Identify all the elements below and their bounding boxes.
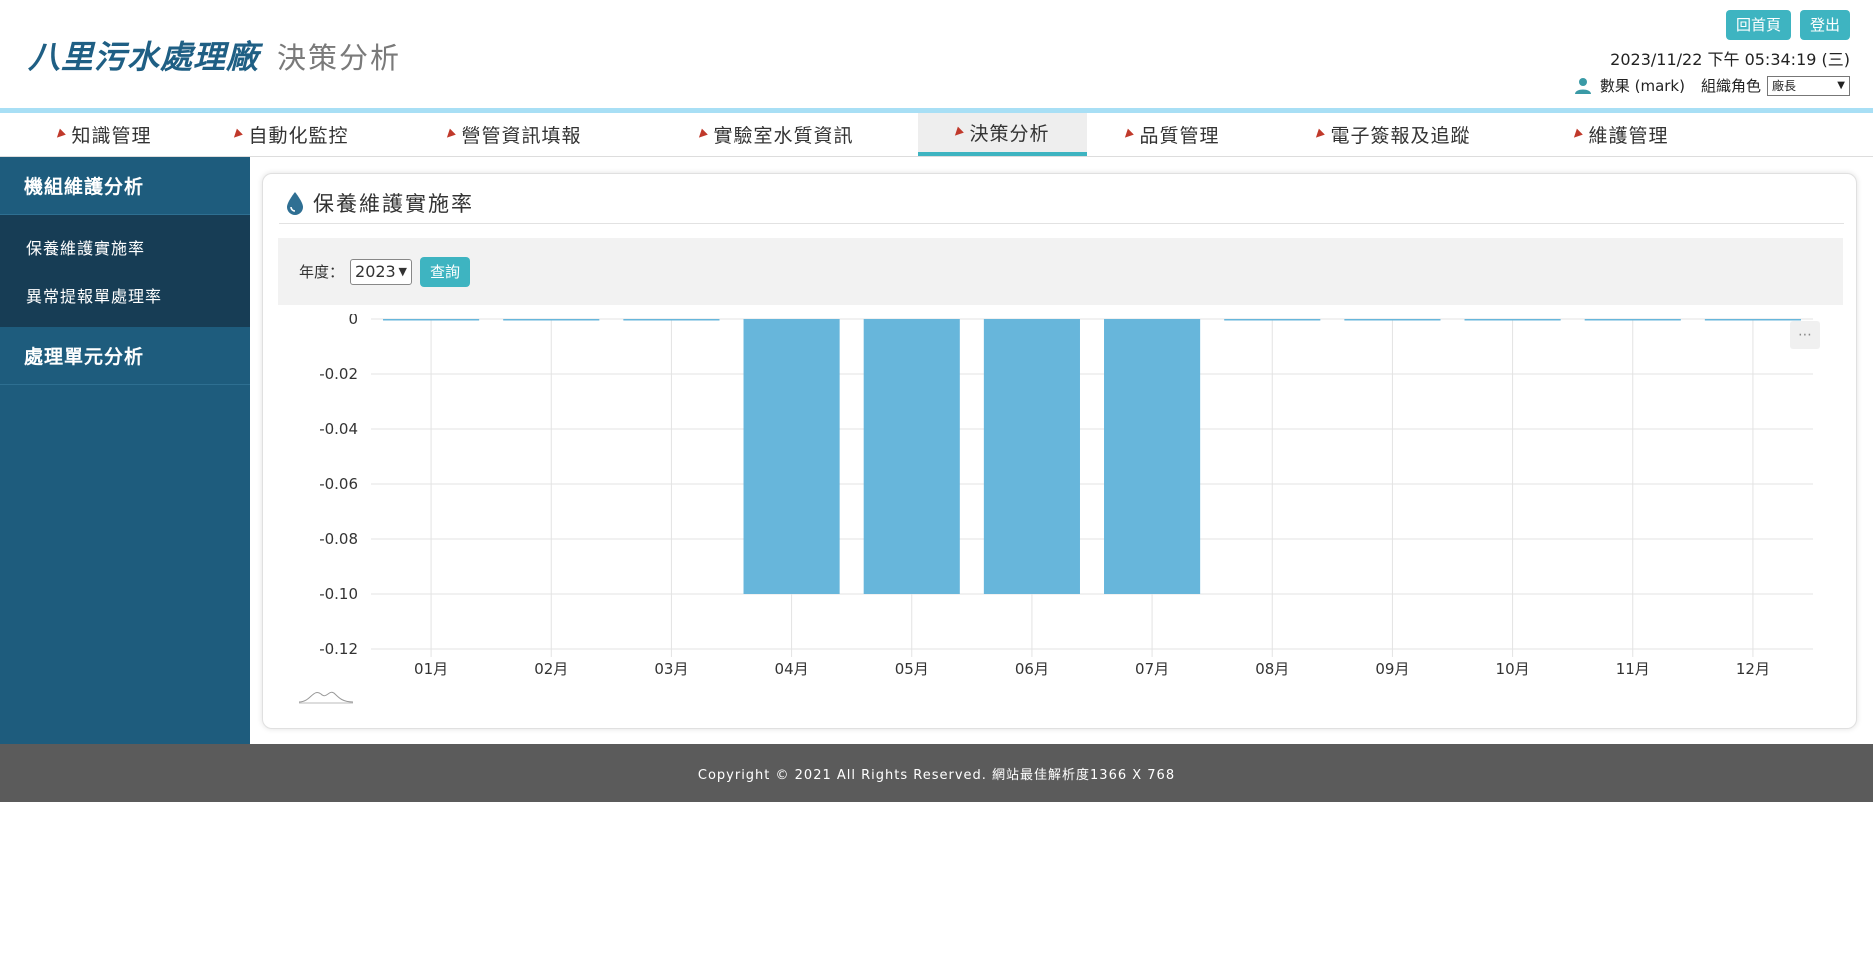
x-tick-label: 02月 [534,660,568,678]
role-select[interactable]: 廠長 ▼ [1767,75,1850,96]
filter-bar: 年度： 2023 ▼ 查詢 [278,238,1843,305]
role-value: 廠長 [1772,79,1797,93]
bar-chart: 0 -0.02 -0.04 -0.06 -0.08 -0.10 -0.12 01月 02月 03月… [298,314,1813,704]
arrow-icon: ▼ [1311,126,1328,143]
y-tick-label: -0.12 [319,640,358,658]
panel-title: 保養維護實施率 [285,188,474,218]
x-tick-label: 08月 [1255,660,1289,678]
year-select[interactable]: 2023 ▼ [350,258,413,285]
year-value: 2023 [355,262,396,281]
y-tick-label: -0.08 [319,530,358,548]
sidebar-submenu: 保養維護實施率 異常提報單處理率 [0,215,250,327]
chevron-down-icon: ▼ [398,265,408,278]
water-drop-icon [287,192,303,215]
content-panel: 保養維護實施率 年度： 2023 ▼ 查詢 0 -0.02 -0.04 -0.06 -0… [262,173,1857,729]
x-tick-label: 10月 [1496,660,1530,678]
nav-item-automation[interactable]: ▼ 自動化監控 [229,113,349,156]
sidebar: 機組維護分析 保養維護實施率 異常提報單處理率 處理單元分析 [0,157,250,744]
nav-item-decision[interactable]: ▼ 決策分析 [918,113,1087,156]
x-tick-label: 12月 [1736,660,1770,678]
nav-item-reporting[interactable]: ▼ 營管資訊填報 [442,113,582,156]
arrow-icon: ▼ [694,126,711,143]
chart-bar [1344,319,1441,321]
role-label: 組織角色 [1700,77,1761,95]
nav-item-maintenance[interactable]: ▼ 維護管理 [1569,113,1669,156]
chart-bar [983,319,1080,594]
nav-item-label: 品質管理 [1139,125,1220,147]
chart-bar [1704,319,1801,321]
top-buttons: 回首頁 登出 [1725,10,1850,40]
query-button[interactable]: 查詢 [420,256,471,287]
divider [279,223,1844,224]
nav-item-label: 知識管理 [71,125,152,147]
nav-item-label: 維護管理 [1588,125,1669,147]
arrow-icon: ▼ [1120,126,1137,143]
chart-bar [1584,319,1681,321]
y-tick-label: -0.02 [319,365,358,383]
footer: Copyright © 2021 All Rights Reserved. 網站… [0,744,1873,802]
logo[interactable]: 八里污水處理廠 [28,32,259,78]
year-label: 年度： [299,263,345,281]
arrow-icon: ▼ [1569,126,1586,143]
sidebar-section-unit-analysis[interactable]: 處理單元分析 [0,327,250,385]
home-button[interactable]: 回首頁 [1725,10,1791,40]
sidebar-section-unit-maintenance[interactable]: 機組維護分析 [0,157,250,215]
x-tick-label: 09月 [1375,660,1409,678]
nav-item-lab[interactable]: ▼ 實驗室水質資訊 [694,113,854,156]
x-tick-label: 03月 [654,660,688,678]
chart-bar [1224,319,1321,321]
nav-item-knowledge[interactable]: ▼ 知識管理 [52,113,152,156]
chart-menu-button[interactable]: ⋯ [1790,321,1820,349]
sidebar-item-maintenance-rate[interactable]: 保養維護實施率 [0,223,250,271]
chart-bar [623,319,720,321]
nav-item-label: 電子簽報及追蹤 [1330,125,1471,147]
logout-button[interactable]: 登出 [1799,10,1850,40]
chart-bar [1104,319,1201,594]
chart-bar [863,319,960,594]
chevron-down-icon: ▼ [1837,80,1845,91]
panel-title-text: 保養維護實施率 [313,192,474,216]
chart-bar [383,319,480,321]
nav-item-label: 自動化監控 [248,125,349,147]
chart-bar [503,319,600,321]
y-tick-label: -0.10 [319,585,358,603]
page-subtitle: 決策分析 [277,41,402,75]
user-icon [1574,77,1591,94]
nav-item-label: 決策分析 [969,123,1050,145]
y-tick-label: -0.06 [319,475,358,493]
arrow-icon: ▼ [442,126,459,143]
nav-item-esign[interactable]: ▼ 電子簽報及追蹤 [1311,113,1471,156]
sidebar-item-abnormal-rate[interactable]: 異常提報單處理率 [0,271,250,319]
header: 八里污水處理廠 決策分析 回首頁 登出 2023/11/22 下午 05:34:… [0,0,1873,108]
x-tick-label: 01月 [414,660,448,678]
brand: 八里污水處理廠 決策分析 [28,32,401,78]
y-tick-label: 0 [348,314,358,328]
arrow-icon: ▼ [52,126,69,143]
x-tick-label: 05月 [895,660,929,678]
y-tick-label: -0.04 [319,420,358,438]
nav-item-label: 實驗室水質資訊 [713,125,854,147]
arrow-icon: ▼ [229,126,246,143]
x-tick-label: 07月 [1135,660,1169,678]
x-tick-label: 06月 [1015,660,1049,678]
datetime: 2023/11/22 下午 05:34:19 (三) [1610,50,1850,69]
x-tick-label: 11月 [1616,660,1650,678]
nav-item-quality[interactable]: ▼ 品質管理 [1120,113,1220,156]
zoom-brush-thumbnail [298,691,354,703]
nav-item-label: 營管資訊填報 [461,125,582,147]
user-row: 數果 (mark) 組織角色 廠長 ▼ [1574,75,1850,96]
user-name: 數果 (mark) [1599,77,1685,95]
main-nav: ▼ 知識管理 ▼ 自動化監控 ▼ 營管資訊填報 ▼ 實驗室水質資訊 ▼ 決策分析… [0,108,1873,157]
chart-bar [743,319,840,594]
x-tick-label: 04月 [775,660,809,678]
arrow-icon: ▼ [950,124,967,141]
chart-bar [1464,319,1561,321]
